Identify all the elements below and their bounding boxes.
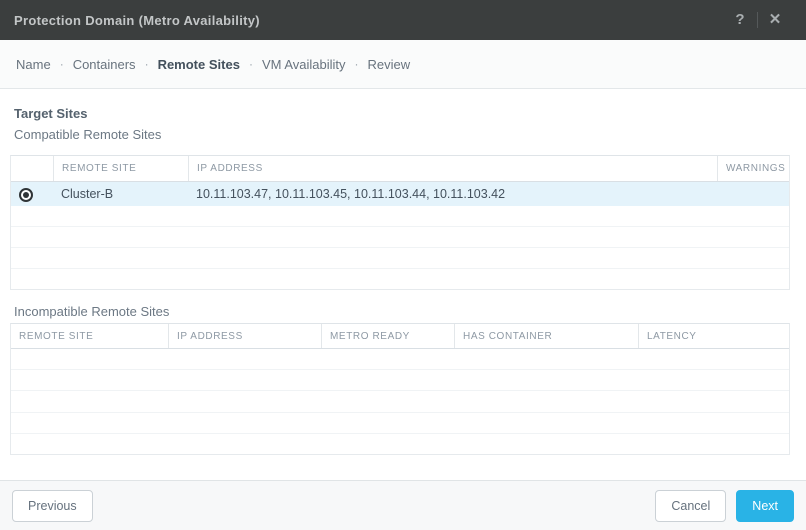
section-title: Target Sites [14,106,88,121]
empty-table-row [11,349,789,371]
empty-table-row [11,413,789,434]
ip-address-column-header: IP ADDRESS [188,156,717,181]
compatible-sites-label: Compatible Remote Sites [14,127,162,142]
step-separator: · [59,57,64,71]
radio-column-header [11,156,53,181]
empty-table-row [11,227,789,248]
incompatible-sites-table: REMOTE SITE IP ADDRESS METRO READY HAS C… [10,323,790,455]
remote-site-column-header: REMOTE SITE [53,156,188,181]
compatible-site-row-cluster-b[interactable]: Cluster-B 10.11.103.47, 10.11.103.45, 10… [11,182,789,206]
dialog-footer: Previous Cancel Next [0,480,806,530]
compatible-table-header: REMOTE SITE IP ADDRESS WARNINGS [11,156,789,182]
step-review[interactable]: Review [366,57,413,72]
step-separator: · [248,57,253,71]
protection-domain-dialog: Protection Domain (Metro Availability) ?… [0,0,806,530]
warnings-column-header: WARNINGS [717,156,789,181]
help-icon[interactable]: ? [723,0,757,40]
empty-table-row [11,269,789,289]
titlebar-actions: ? ✕ [723,0,792,40]
step-name[interactable]: Name [14,57,53,72]
empty-table-row [11,248,789,269]
has-container-column-header: HAS CONTAINER [454,324,638,348]
empty-table-row [11,370,789,392]
cancel-button[interactable]: Cancel [655,489,727,522]
radio-dot [23,191,29,198]
incompatible-sites-label: Incompatible Remote Sites [14,304,170,319]
step-separator: · [354,57,359,71]
step-containers[interactable]: Containers [71,57,138,72]
step-remote-sites[interactable]: Remote Sites [156,57,242,72]
wizard-steps: Name · Containers · Remote Sites · VM Av… [0,40,806,89]
row-radio-cell[interactable] [11,187,53,202]
remote-site-cell: Cluster-B [61,187,114,201]
empty-table-row [11,391,789,413]
latency-column-header: LATENCY [638,324,789,348]
step-vm-availability[interactable]: VM Availability [260,57,348,72]
close-icon[interactable]: ✕ [758,0,792,40]
ip-address-cell: 10.11.103.47, 10.11.103.45, 10.11.103.44… [196,187,506,201]
previous-button[interactable]: Previous [12,489,93,522]
dialog-body: Target Sites Compatible Remote Sites REM… [0,90,806,480]
incompatible-table-header: REMOTE SITE IP ADDRESS METRO READY HAS C… [11,324,789,349]
empty-table-row [11,434,789,454]
next-button[interactable]: Next [736,489,794,522]
remote-site-column-header: REMOTE SITE [19,330,94,342]
dialog-title: Protection Domain (Metro Availability) [14,12,260,28]
metro-ready-column-header: METRO READY [321,324,454,348]
compatible-sites-table: REMOTE SITE IP ADDRESS WARNINGS Cluster-… [10,155,790,290]
dialog-titlebar: Protection Domain (Metro Availability) ?… [0,0,806,40]
footer-right-actions: Cancel Next [655,489,794,522]
empty-table-row [11,206,789,227]
radio-selected-icon[interactable] [19,187,33,202]
step-separator: · [144,57,149,71]
ip-address-column-header: IP ADDRESS [168,324,321,348]
